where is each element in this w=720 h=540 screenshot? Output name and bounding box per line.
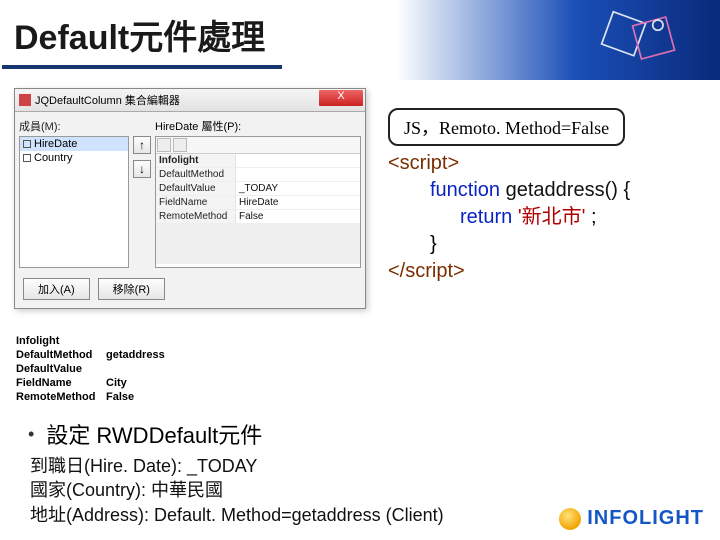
js-badge: JS，Remoto. Method=False xyxy=(388,108,625,146)
dialog-titlebar: JQDefaultColumn 集合編輯器 X xyxy=(15,89,365,112)
add-button[interactable]: 加入(A) xyxy=(23,278,90,300)
code-func-name: getaddress() { xyxy=(506,179,631,201)
remove-button[interactable]: 移除(R) xyxy=(98,278,165,300)
prop-value: False xyxy=(104,390,204,404)
code-snippet: <script> function getaddress() { return … xyxy=(388,150,630,285)
prop-key: RemoteMethod xyxy=(14,390,104,404)
code-close-tag: </script> xyxy=(388,260,465,282)
members-listbox[interactable]: HireDate Country xyxy=(19,136,129,268)
property-grid-secondary: Infolight DefaultMethodgetaddress Defaul… xyxy=(14,334,204,404)
sort-categorized-icon[interactable] xyxy=(157,138,171,152)
prop-value: getaddress xyxy=(104,348,204,362)
slide-header: Default元件處理 xyxy=(0,0,720,80)
propgrid-toolbar xyxy=(156,137,360,154)
sort-alpha-icon[interactable] xyxy=(173,138,187,152)
prop-value[interactable] xyxy=(236,168,360,181)
bullet-line: 到職日(Hire. Date): _TODAY xyxy=(30,454,706,478)
prop-key: RemoteMethod xyxy=(156,210,236,223)
bullet-title: 設定 RWDDefault元件 xyxy=(46,418,262,450)
prop-value xyxy=(104,362,204,376)
collection-editor-dialog: JQDefaultColumn 集合編輯器 X 成員(M): HireDate … xyxy=(14,88,366,309)
move-down-button[interactable]: ↓ xyxy=(133,160,151,178)
code-close-brace: } xyxy=(430,233,437,255)
code-string: '新北市' xyxy=(518,206,586,228)
bullet-dot-icon: • xyxy=(28,424,34,445)
prop-section: Infolight xyxy=(156,154,236,167)
prop-key: DefaultValue xyxy=(156,182,236,195)
code-return-kw: return xyxy=(460,206,512,228)
code-open-tag: <script> xyxy=(388,152,459,174)
prop-value[interactable]: False xyxy=(236,210,360,223)
move-up-button[interactable]: ↑ xyxy=(133,136,151,154)
prop-value[interactable]: HireDate xyxy=(236,196,360,209)
members-label: 成員(M): xyxy=(19,118,129,134)
code-keyword: function xyxy=(430,179,500,201)
lightbulb-icon xyxy=(559,508,581,530)
prop-key: FieldName xyxy=(156,196,236,209)
bullet-line: 國家(Country): 中華民國 xyxy=(30,478,706,502)
header-decoration-icon xyxy=(600,8,690,68)
title-underline xyxy=(2,65,282,69)
logo-text: INFOLIGHT xyxy=(587,507,704,530)
dialog-title: JQDefaultColumn 集合編輯器 xyxy=(35,92,180,108)
code-semicolon: ; xyxy=(591,206,597,228)
item-index-icon xyxy=(23,154,31,162)
item-index-icon xyxy=(23,140,31,148)
list-item: HireDate xyxy=(20,137,128,151)
properties-label: HireDate 屬性(P): xyxy=(155,118,361,134)
prop-value: City xyxy=(104,376,204,390)
prop-key: DefaultMethod xyxy=(156,168,236,181)
dialog-app-icon xyxy=(19,94,31,106)
close-button[interactable]: X xyxy=(319,90,363,106)
list-item: Country xyxy=(20,151,128,165)
property-grid[interactable]: Infolight DefaultMethod DefaultValue_TOD… xyxy=(155,136,361,268)
infolight-logo: INFOLIGHT xyxy=(559,507,704,530)
prop-key: DefaultMethod xyxy=(14,348,104,362)
prop-section: Infolight xyxy=(14,334,104,348)
prop-key: DefaultValue xyxy=(14,362,104,376)
prop-value[interactable]: _TODAY xyxy=(236,182,360,195)
prop-key: FieldName xyxy=(14,376,104,390)
